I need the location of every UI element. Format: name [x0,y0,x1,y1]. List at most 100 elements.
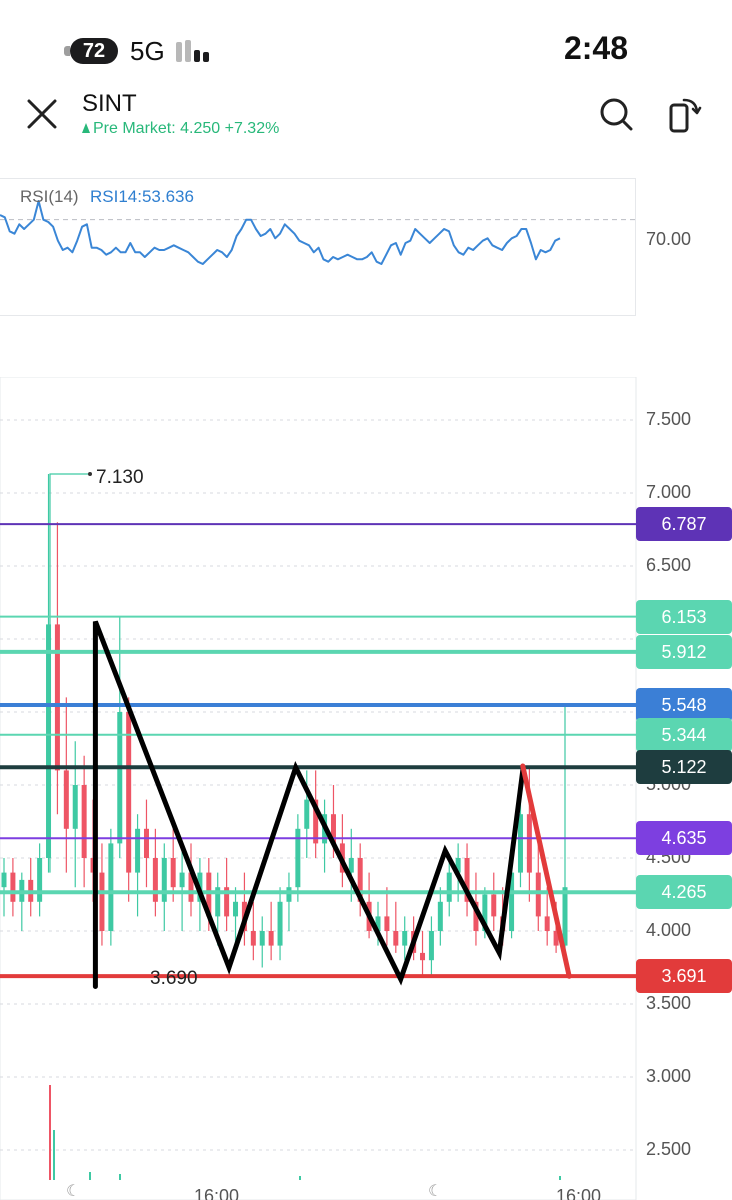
candle [81,755,87,888]
price-level-tag[interactable]: 5.122 [636,750,732,785]
candle-body [277,901,283,946]
candle [72,741,78,888]
candle [562,704,568,953]
candle [277,887,283,961]
network-type: 5G [130,36,165,66]
candle-body [250,931,256,946]
candle-body [259,931,265,946]
up-triangle-icon [82,123,90,133]
candle [402,916,408,961]
close-button[interactable] [22,94,62,134]
candle-body [535,872,541,917]
signal-bars-icon [176,38,216,62]
candle [437,887,443,946]
price-level-tag[interactable]: 5.912 [636,634,732,669]
rotate-screen-button[interactable] [664,94,704,134]
candle [295,814,301,902]
search-icon [600,98,633,131]
candle [1,858,7,917]
candle-body [10,872,16,902]
candle-body [1,872,7,888]
price-level-tag[interactable]: 6.153 [636,599,732,634]
battery-level: 72 [82,40,106,62]
session-moon-icon: ☾ [428,1183,442,1200]
candle-body [517,814,523,873]
candle [366,872,372,939]
low-annotation: 3.690 [150,968,198,989]
price-level-tag[interactable]: 4.265 [636,875,732,910]
search-button[interactable] [596,94,636,134]
status-bar: 72 5G 2:48 [0,0,732,90]
candle [135,814,141,917]
candle [286,872,292,931]
candle-body [54,624,60,771]
candle-body [135,828,141,873]
time-tick-2: 16:00 [556,1186,602,1200]
price-level-tag[interactable]: 6.787 [636,507,732,542]
battery-indicator: 72 [64,38,118,64]
candle-body [161,858,167,902]
candle-body [72,785,78,829]
candle-body [152,858,158,902]
premarket-text: Pre Market: 4.250 +7.32% [93,120,280,137]
candle [428,916,434,975]
price-axis-tick: 7.500 [646,409,692,429]
candle-body [170,858,176,888]
candle [143,799,149,888]
price-level-tag[interactable]: 3.691 [636,959,732,994]
candle [28,858,34,917]
candle-body [428,931,434,961]
candle-body [126,712,132,873]
price-axis-tick: 2.500 [646,1139,692,1159]
candle [63,697,69,873]
candle [420,931,426,975]
candle [19,872,25,931]
candle [54,522,60,815]
candle [161,843,167,931]
time-tick-1: 16:00 [194,1186,240,1200]
candle-body [544,916,550,931]
candle-body [446,872,452,902]
price-axis-tick: 7.000 [646,482,692,502]
price-chart[interactable]: ☾ ☾ [0,377,732,1200]
rsi-indicator-value: RSI14:53.636 [90,187,194,206]
candle [108,828,114,946]
candle [126,697,132,902]
price-axis-tick: 4.000 [646,920,692,940]
candle-body [420,952,426,961]
premarket-quote: Pre Market: 4.250 +7.32% [82,120,279,138]
header: SINT Pre Market: 4.250 +7.32% [0,88,732,148]
candle-body [179,872,185,888]
candle-body [562,887,568,946]
candle-body [437,901,443,931]
candle-body [37,858,43,902]
candle [10,858,16,917]
candle-body [304,799,310,829]
candle [339,814,345,888]
candle [491,872,497,931]
candle [152,828,158,917]
candle-body [117,712,123,844]
candle-body [99,872,105,931]
candle-body [393,931,399,946]
price-axis-tick: 3.000 [646,1066,692,1086]
candle [535,843,541,931]
candle-body [402,931,408,946]
candle-body [491,894,497,917]
price-axis-tick: 6.500 [646,555,692,575]
candle-body [143,828,149,858]
candle [224,858,230,931]
price-axis-tick: 3.500 [646,993,692,1013]
candle [37,843,43,917]
close-icon [27,99,57,129]
candle-body [384,916,390,931]
price-level-tag[interactable]: 5.344 [636,717,732,752]
candle [99,843,105,946]
candle-body [81,785,87,858]
high-leader-dot [88,472,92,477]
rsi-level-label: 70.00 [646,229,692,249]
rsi-indicator-name: RSI(14) [20,187,79,206]
price-level-tag[interactable]: 5.548 [636,687,732,722]
price-level-tag[interactable]: 4.635 [636,821,732,856]
candle [322,799,328,873]
